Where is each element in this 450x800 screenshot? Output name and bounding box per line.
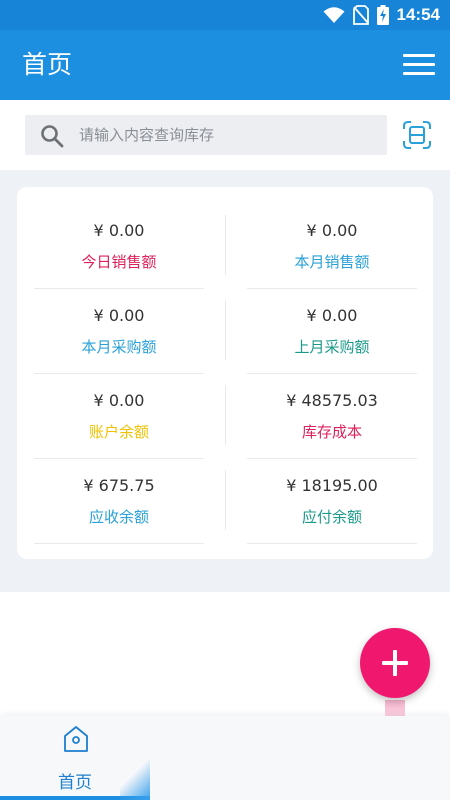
stat-label: 账户余额 [88,423,149,441]
no-sim-icon [352,5,369,25]
stat-label: 本月销售额 [294,253,370,271]
stats-card: ¥ 0.00 今日销售额 ¥ 0.00 本月销售额 ¥ 0.00 本月采购额 ¥… [17,187,433,559]
stat-month-sales[interactable]: ¥ 0.00 本月销售额 [247,187,417,272]
stat-value: ¥ 0.00 [93,306,145,325]
stat-label: 应收余额 [88,508,149,526]
search-area [0,100,450,170]
row-divider [34,543,204,544]
stat-label: 今日销售额 [81,253,157,271]
stat-value: ¥ 18195.00 [286,476,378,495]
stat-today-sales[interactable]: ¥ 0.00 今日销售额 [34,187,204,272]
hamburger-icon-bar [403,54,435,57]
stat-value: ¥ 48575.03 [286,391,378,410]
status-bar: 14:54 [0,0,450,30]
stat-last-month-purchase[interactable]: ¥ 0.00 上月采购额 [247,272,417,357]
wifi-icon [323,7,345,23]
page-title: 首页 [22,50,73,79]
battery-charging-icon [376,5,389,25]
stat-payable-balance[interactable]: ¥ 18195.00 应付余额 [247,442,417,527]
home-icon [64,726,88,752]
stat-label: 上月采购额 [294,338,370,356]
menu-button[interactable] [402,50,436,80]
search-input[interactable] [79,115,379,155]
stat-value: ¥ 0.00 [306,306,358,325]
column-divider [225,470,226,530]
add-button[interactable] [360,628,430,698]
search-icon [41,125,64,148]
stat-label: 应付余额 [301,508,362,526]
status-icons: 14:54 [323,4,440,26]
bottom-nav: 首页 [0,716,450,800]
stat-value: ¥ 0.00 [306,221,358,240]
stat-value: ¥ 0.00 [93,221,145,240]
hamburger-icon-bar [403,63,435,66]
stat-label: 库存成本 [301,423,362,441]
status-time: 14:54 [396,5,440,24]
nav-accent-shape [120,758,150,800]
column-divider [225,300,226,360]
scan-icon[interactable] [402,120,432,150]
stat-value: ¥ 675.75 [83,476,155,495]
column-divider [225,385,226,445]
stat-inventory-cost[interactable]: ¥ 48575.03 库存成本 [247,357,417,442]
column-divider [225,215,226,275]
stat-account-balance[interactable]: ¥ 0.00 账户余额 [34,357,204,442]
hamburger-icon-bar [403,72,435,75]
stat-month-purchase[interactable]: ¥ 0.00 本月采购额 [34,272,204,357]
row-divider [247,543,417,544]
search-box[interactable] [25,115,387,155]
stat-receivable-balance[interactable]: ¥ 675.75 应收余额 [34,442,204,527]
app-bar: 首页 [0,30,450,100]
stat-label: 本月采购额 [81,338,157,356]
stat-value: ¥ 0.00 [93,391,145,410]
